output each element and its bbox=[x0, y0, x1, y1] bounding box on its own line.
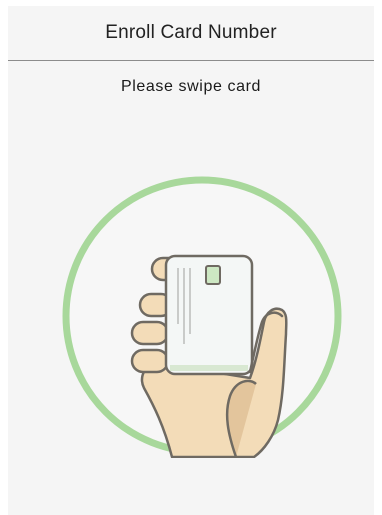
page-title: Enroll Card Number bbox=[105, 22, 277, 43]
card-swipe-illustration bbox=[60, 174, 344, 459]
finger-3 bbox=[130, 320, 170, 346]
hand-holding-card-icon bbox=[62, 176, 342, 459]
title-bar: Enroll Card Number bbox=[8, 6, 374, 61]
finger-4 bbox=[130, 348, 170, 374]
swipe-card-prompt: Please swipe card bbox=[120, 78, 262, 95]
card-chip bbox=[205, 265, 221, 285]
enroll-card-screen: Enroll Card Number Please swipe card bbox=[8, 6, 374, 515]
